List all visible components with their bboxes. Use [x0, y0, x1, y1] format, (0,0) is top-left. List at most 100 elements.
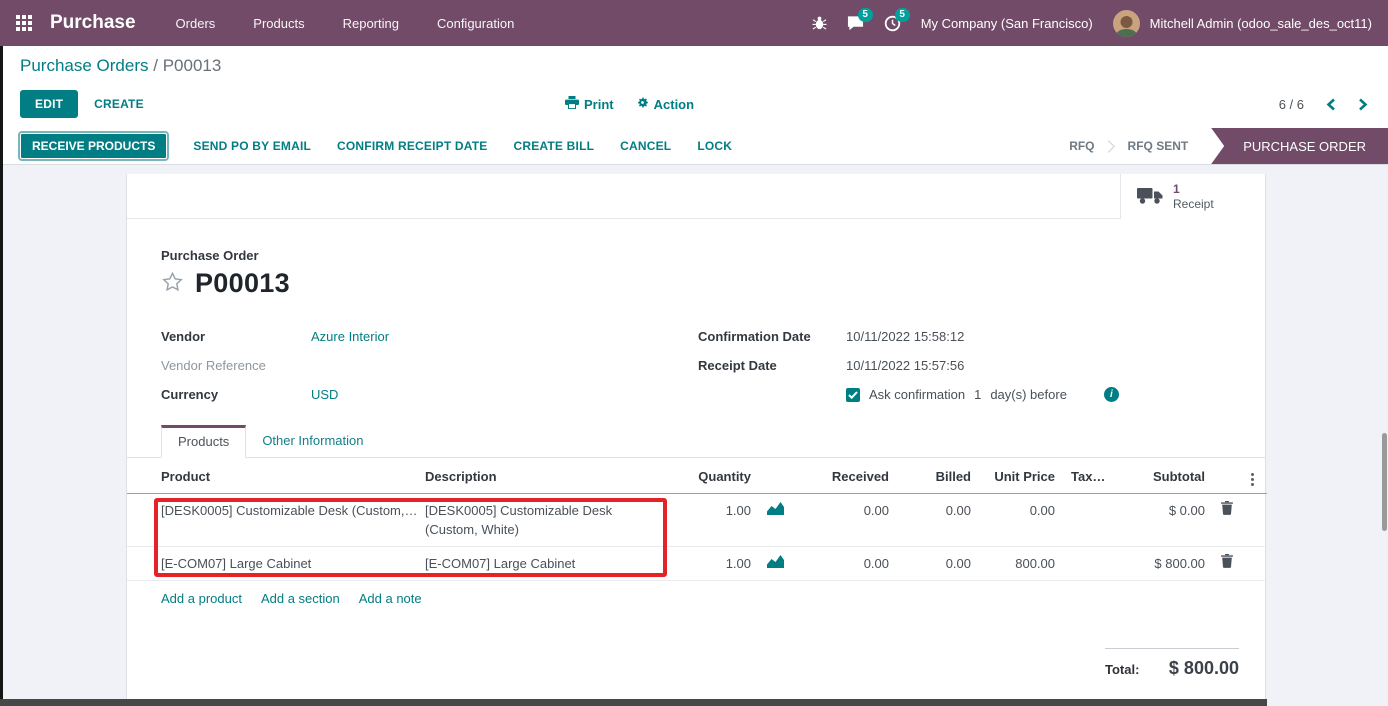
vendor-reference-label: Vendor Reference — [161, 358, 311, 373]
menu-orders[interactable]: Orders — [176, 16, 216, 31]
cell-received[interactable]: 0.00 — [799, 494, 897, 547]
send-po-by-email-button[interactable]: SEND PO BY EMAIL — [193, 139, 311, 153]
field-group-left: Vendor Azure Interior Vendor Reference C… — [161, 329, 698, 402]
menu-reporting[interactable]: Reporting — [343, 16, 399, 31]
main-menu: Orders Products Reporting Configuration — [176, 16, 515, 31]
cell-description[interactable]: [DESK0005] Customizable Desk (Custom, Wh… — [417, 494, 663, 547]
header-product[interactable]: Product — [127, 458, 417, 494]
odoo-purchase-order-screen: Purchase Orders Products Reporting Confi… — [0, 0, 1388, 706]
cell-description[interactable]: [E-COM07] Large Cabinet — [417, 547, 663, 581]
create-button[interactable]: CREATE — [94, 97, 144, 111]
forecast-chart-icon[interactable] — [759, 494, 799, 547]
cancel-button[interactable]: CANCEL — [620, 139, 671, 153]
cell-tax[interactable] — [1063, 547, 1115, 581]
header-unit-price[interactable]: Unit Price — [979, 458, 1063, 494]
receipt-smart-button[interactable]: 1 Receipt — [1120, 174, 1265, 219]
receive-products-button[interactable]: RECEIVE PRODUCTS — [20, 133, 167, 159]
cell-tax[interactable] — [1063, 494, 1115, 547]
cell-product[interactable]: [E-COM07] Large Cabinet — [127, 547, 417, 581]
ask-confirmation-days[interactable]: 1 — [974, 387, 981, 402]
vendor-label: Vendor — [161, 329, 311, 344]
avatar[interactable] — [1113, 10, 1140, 37]
cell-unit-price[interactable]: 0.00 — [979, 494, 1063, 547]
edit-button[interactable]: EDIT — [20, 90, 78, 118]
lock-button[interactable]: LOCK — [697, 139, 732, 153]
ask-confirmation-suffix: day(s) before — [990, 387, 1067, 402]
receipt-count: 1 — [1173, 182, 1214, 197]
delete-row-icon[interactable] — [1213, 547, 1241, 581]
cell-billed[interactable]: 0.00 — [897, 494, 979, 547]
statusbar: RECEIVE PRODUCTS SEND PO BY EMAIL CONFIR… — [0, 128, 1388, 165]
print-menu[interactable]: Print — [565, 96, 614, 112]
vendor-value[interactable]: Azure Interior — [311, 329, 698, 344]
order-lines-table: Product Description Quantity Received Bi… — [127, 458, 1267, 581]
cell-received[interactable]: 0.00 — [799, 547, 897, 581]
messages-icon[interactable]: 5 — [847, 15, 864, 31]
user-menu[interactable]: Mitchell Admin (odoo_sale_des_oct11) — [1150, 16, 1372, 31]
app-title[interactable]: Purchase — [50, 12, 136, 34]
company-switcher[interactable]: My Company (San Francisco) — [921, 16, 1093, 31]
add-a-product-link[interactable]: Add a product — [161, 591, 242, 606]
control-panel: Purchase Orders / P00013 EDIT CREATE Pri… — [0, 46, 1388, 128]
debug-bug-icon[interactable] — [812, 15, 827, 31]
field-group-right: Confirmation Date 10/11/2022 15:58:12 Re… — [698, 329, 1241, 402]
receipt-date-value: 10/11/2022 15:57:56 — [846, 358, 1241, 373]
action-menu[interactable]: Action — [636, 96, 694, 112]
page-title: P00013 — [195, 268, 290, 299]
header-description[interactable]: Description — [417, 458, 663, 494]
header-subtotal[interactable]: Subtotal — [1115, 458, 1213, 494]
cell-product[interactable]: [DESK0005] Customizable Desk (Custom,… — [127, 494, 417, 547]
ask-confirmation-checkbox[interactable] — [846, 388, 860, 402]
menu-products[interactable]: Products — [253, 16, 304, 31]
action-label: Action — [654, 97, 694, 112]
truck-icon — [1137, 185, 1164, 208]
delete-row-icon[interactable] — [1213, 494, 1241, 547]
create-bill-button[interactable]: CREATE BILL — [513, 139, 594, 153]
confirmation-date-value: 10/11/2022 15:58:12 — [846, 329, 1241, 344]
optional-columns-icon[interactable] — [1241, 458, 1267, 494]
messages-badge: 5 — [858, 8, 873, 22]
breadcrumb-separator: / — [153, 56, 158, 75]
pager-previous-icon[interactable] — [1326, 98, 1336, 111]
ask-confirmation-row: Ask confirmation 1 day(s) before i — [846, 387, 1241, 402]
window-bottom-edge — [0, 699, 1267, 706]
add-a-section-link[interactable]: Add a section — [261, 591, 340, 606]
cell-quantity[interactable]: 1.00 — [663, 547, 759, 581]
currency-value[interactable]: USD — [311, 387, 698, 402]
state-rfq-sent[interactable]: RFQ SENT — [1115, 128, 1202, 164]
pager-next-icon[interactable] — [1358, 98, 1368, 111]
activities-badge: 5 — [895, 8, 910, 22]
table-row[interactable]: [DESK0005] Customizable Desk (Custom,… [… — [127, 494, 1267, 547]
state-purchase-order-active[interactable]: PURCHASE ORDER — [1211, 128, 1388, 164]
currency-label: Currency — [161, 387, 311, 402]
cell-unit-price[interactable]: 800.00 — [979, 547, 1063, 581]
state-rfq[interactable]: RFQ — [1056, 128, 1107, 164]
menu-configuration[interactable]: Configuration — [437, 16, 514, 31]
header-billed[interactable]: Billed — [897, 458, 979, 494]
status-stepper: RFQ RFQ SENT PURCHASE ORDER — [1056, 128, 1388, 164]
cell-subtotal: $ 800.00 — [1115, 547, 1213, 581]
table-header-row: Product Description Quantity Received Bi… — [127, 458, 1267, 494]
info-icon[interactable]: i — [1104, 387, 1119, 402]
notebook-tabs: Products Other Information — [127, 425, 1265, 458]
apps-menu-icon[interactable] — [16, 15, 32, 31]
title-field-label: Purchase Order — [161, 248, 1241, 263]
favorite-star-icon[interactable] — [161, 271, 184, 296]
header-tax[interactable]: Tax… — [1063, 458, 1115, 494]
add-a-note-link[interactable]: Add a note — [359, 591, 422, 606]
line-add-links: Add a product Add a section Add a note — [127, 581, 1265, 606]
header-quantity[interactable]: Quantity — [663, 458, 759, 494]
breadcrumb-current: P00013 — [163, 56, 222, 75]
confirm-receipt-date-button[interactable]: CONFIRM RECEIPT DATE — [337, 139, 487, 153]
scrollbar-thumb[interactable] — [1382, 433, 1387, 531]
table-row[interactable]: [E-COM07] Large Cabinet [E-COM07] Large … — [127, 547, 1267, 581]
forecast-chart-icon[interactable] — [759, 547, 799, 581]
header-received[interactable]: Received — [799, 458, 897, 494]
activities-clock-icon[interactable]: 5 — [884, 15, 901, 32]
cell-quantity[interactable]: 1.00 — [663, 494, 759, 547]
top-navbar: Purchase Orders Products Reporting Confi… — [0, 0, 1388, 46]
cell-billed[interactable]: 0.00 — [897, 547, 979, 581]
tab-products[interactable]: Products — [161, 425, 246, 458]
breadcrumb-parent[interactable]: Purchase Orders — [20, 56, 149, 75]
tab-other-information[interactable]: Other Information — [246, 425, 379, 458]
